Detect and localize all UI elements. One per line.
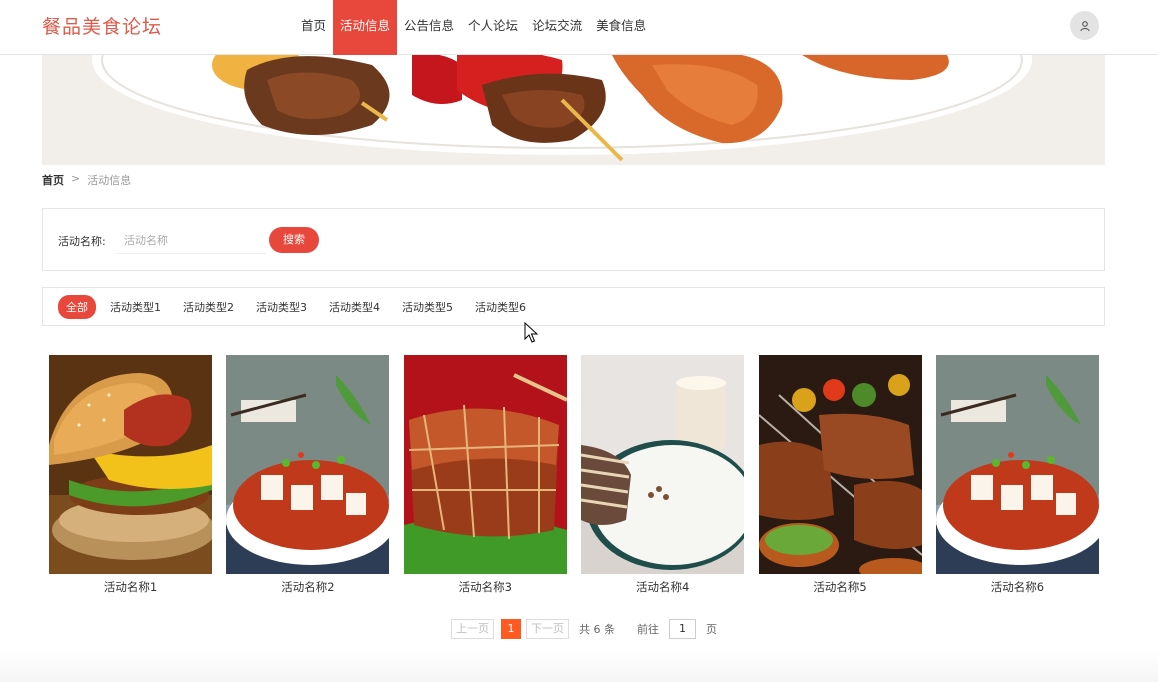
activity-name[interactable]: 活动名称6: [936, 579, 1099, 595]
nav-food-info[interactable]: 美食信息: [589, 0, 653, 55]
category-type-1[interactable]: 活动类型1: [110, 299, 161, 315]
footer-area: [0, 650, 1158, 682]
user-icon: [1079, 20, 1090, 31]
activity-name[interactable]: 活动名称2: [226, 579, 389, 595]
activity-name[interactable]: 活动名称1: [49, 579, 212, 595]
activity-card[interactable]: 活动名称6: [935, 355, 1099, 595]
total-count: 共 6 条: [579, 623, 615, 636]
category-type-2[interactable]: 活动类型2: [183, 299, 234, 315]
nav-personal-forum[interactable]: 个人论坛: [461, 0, 525, 55]
nav-announcements[interactable]: 公告信息: [397, 0, 461, 55]
main-nav: 首页 活动信息 公告信息 个人论坛 论坛交流 美食信息: [294, 0, 653, 55]
mouse-cursor-icon: [524, 322, 538, 343]
category-type-4[interactable]: 活动类型4: [329, 299, 380, 315]
breadcrumb: 首页 > 活动信息: [42, 172, 131, 188]
category-type-6[interactable]: 活动类型6: [475, 299, 526, 315]
breadcrumb-separator: >: [71, 172, 81, 185]
activity-card[interactable]: 活动名称3: [403, 355, 567, 595]
activity-name[interactable]: 活动名称3: [404, 579, 567, 595]
braised-pork-image: [403, 355, 567, 574]
prev-page-button[interactable]: 上一页: [451, 619, 494, 639]
activity-name[interactable]: 活动名称4: [581, 579, 744, 595]
search-label: 活动名称:: [58, 235, 106, 248]
dish-image: [226, 355, 390, 574]
category-type-3[interactable]: 活动类型3: [256, 299, 307, 315]
next-page-button[interactable]: 下一页: [526, 619, 569, 639]
site-logo[interactable]: 餐品美食论坛: [42, 12, 162, 39]
breadcrumb-home[interactable]: 首页: [42, 172, 64, 188]
nav-forum-exchange[interactable]: 论坛交流: [525, 0, 589, 55]
food-banner: [42, 55, 1105, 165]
grilled-meat-image: [758, 355, 922, 574]
goto-label: 前往: [637, 623, 659, 636]
dish-image: [935, 355, 1099, 574]
activity-card[interactable]: 活动名称4: [581, 355, 745, 595]
burger-image: [49, 355, 212, 574]
category-filter: 全部 活动类型1 活动类型2 活动类型3 活动类型4 活动类型5 活动类型6: [42, 287, 1105, 326]
page-number-current[interactable]: 1: [501, 619, 521, 639]
avatar[interactable]: [1070, 11, 1099, 40]
nav-activities[interactable]: 活动信息: [333, 0, 398, 55]
pagination: 上一页 1 下一页 共 6 条 前往 1 页: [451, 619, 717, 639]
crepe-cake-image: [581, 355, 745, 574]
activity-name-input[interactable]: [116, 227, 266, 254]
search-panel: 活动名称: 搜索: [42, 208, 1105, 271]
activity-card[interactable]: 活动名称2: [226, 355, 390, 595]
activity-card[interactable]: 活动名称5: [758, 355, 922, 595]
breadcrumb-current: 活动信息: [87, 174, 132, 187]
banner-image: [42, 55, 1105, 165]
nav-home[interactable]: 首页: [294, 0, 333, 55]
page-suffix: 页: [706, 623, 717, 636]
activity-card[interactable]: 活动名称1: [49, 355, 212, 595]
category-type-5[interactable]: 活动类型5: [402, 299, 453, 315]
search-button[interactable]: 搜索: [269, 227, 319, 253]
category-all[interactable]: 全部: [58, 294, 96, 319]
top-navbar: 餐品美食论坛 首页 活动信息 公告信息 个人论坛 论坛交流 美食信息: [0, 0, 1158, 55]
goto-page-input[interactable]: 1: [669, 619, 696, 639]
activity-grid: 活动名称1 活动名称2 活动名称3 活动名称4 活动名称5 活动名称6: [49, 355, 1113, 595]
activity-name[interactable]: 活动名称5: [759, 579, 922, 595]
